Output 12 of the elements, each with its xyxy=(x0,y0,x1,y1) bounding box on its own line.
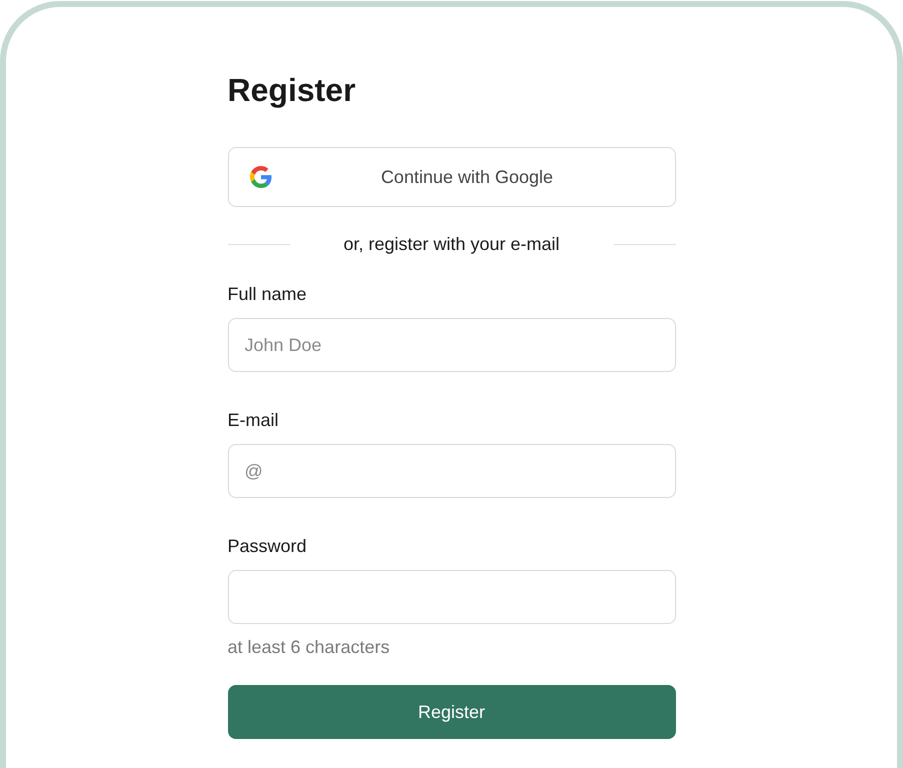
field-label: E-mail xyxy=(228,409,280,432)
divider-text: or, register with your e-mail xyxy=(342,233,561,256)
field-hint: at least 6 characters xyxy=(228,636,391,659)
input-field[interactable]: @ xyxy=(228,444,676,498)
register-button[interactable]: Register xyxy=(228,685,676,739)
field-label: Full name xyxy=(228,283,308,306)
input-field[interactable] xyxy=(228,570,676,624)
page-title: Register xyxy=(228,71,357,110)
google-sign-in-button[interactable]: Continue with Google xyxy=(228,147,676,207)
field-label: Password xyxy=(228,535,308,558)
input-field[interactable]: John Doe xyxy=(228,318,676,372)
google-g-icon xyxy=(250,166,272,188)
